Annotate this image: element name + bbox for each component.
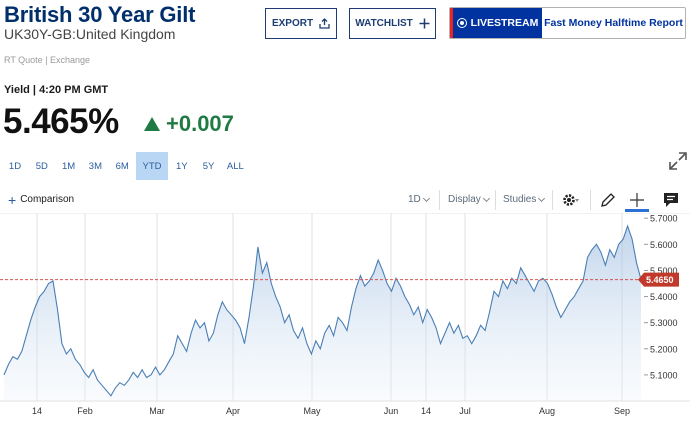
expand-icon[interactable] xyxy=(668,151,688,171)
live-dot-icon xyxy=(456,18,467,28)
crosshair-icon[interactable] xyxy=(627,190,647,210)
y-tick-label: 5.1000 xyxy=(650,370,678,380)
range-1d[interactable]: 1D xyxy=(2,152,28,180)
toolbar-divider xyxy=(495,190,496,210)
x-tick-label: Feb xyxy=(77,406,93,416)
livestream-show-title[interactable]: Fast Money Halftime Report xyxy=(542,8,685,38)
gear-icon[interactable] xyxy=(560,190,580,210)
comparison-button[interactable]: + Comparison xyxy=(8,191,75,208)
area-fill xyxy=(4,226,641,401)
current-yield: 5.465% xyxy=(3,102,119,141)
studies-dropdown[interactable]: Studies xyxy=(503,194,546,205)
display-dropdown[interactable]: Display xyxy=(448,194,490,205)
toolbar-divider xyxy=(439,190,440,210)
page-title: British 30 Year Gilt xyxy=(4,2,196,27)
x-tick-label: Sep xyxy=(614,406,630,416)
studies-label: Studies xyxy=(503,194,537,205)
range-5y[interactable]: 5Y xyxy=(196,152,222,180)
watchlist-label: WATCHLIST xyxy=(355,18,413,29)
x-tick-label: 14 xyxy=(421,406,431,416)
yield-change-value: +0.007 xyxy=(166,111,234,136)
yield-timestamp: Yield | 4:20 PM GMT xyxy=(4,84,109,96)
y-tick-label: 5.3000 xyxy=(650,318,678,328)
export-label: EXPORT xyxy=(271,18,314,29)
x-tick-label: Jul xyxy=(459,406,471,416)
current-value-label: 5.4650 xyxy=(646,275,674,285)
watchlist-button[interactable]: WATCHLIST xyxy=(349,8,436,39)
range-all[interactable]: ALL xyxy=(222,152,248,180)
symbol-subtitle: UK30Y-GB:United Kingdom xyxy=(4,26,176,42)
x-tick-label: 14 xyxy=(32,406,42,416)
range-5d[interactable]: 5D xyxy=(29,152,55,180)
toolbar-divider xyxy=(552,190,553,210)
quote-source: RT Quote | Exchange xyxy=(4,55,91,65)
x-tick-label: Mar xyxy=(149,406,165,416)
range-1y[interactable]: 1Y xyxy=(169,152,195,180)
yield-change: +0.007 xyxy=(144,111,234,137)
range-6m[interactable]: 6M xyxy=(109,152,135,180)
y-tick-label: 5.6000 xyxy=(650,240,678,250)
chevron-down-icon xyxy=(482,194,490,202)
chevron-down-icon xyxy=(538,194,546,202)
x-tick-label: Apr xyxy=(226,406,240,416)
y-tick-label: 5.2000 xyxy=(650,344,678,354)
interval-label: 1D xyxy=(408,194,421,205)
livestream-banner[interactable]: LIVESTREAM Fast Money Halftime Report xyxy=(449,7,686,39)
time-range-selector: 1D 5D 1M 3M 6M YTD 1Y 5Y ALL xyxy=(2,152,249,180)
range-ytd[interactable]: YTD xyxy=(135,152,168,180)
display-label: Display xyxy=(448,194,481,205)
active-tool-indicator xyxy=(625,209,649,212)
range-1m[interactable]: 1M xyxy=(56,152,82,180)
y-tick-label: 5.4000 xyxy=(650,292,678,302)
range-3m[interactable]: 3M xyxy=(82,152,108,180)
comment-icon[interactable] xyxy=(661,190,681,210)
comparison-label: Comparison xyxy=(20,194,75,205)
y-tick-label: 5.7000 xyxy=(650,214,678,224)
x-tick-label: Jun xyxy=(384,406,399,416)
interval-dropdown[interactable]: 1D xyxy=(408,194,430,205)
current-value-tag: 5.4650 xyxy=(638,272,679,287)
chart-toolbar: + Comparison 1D Display Studies xyxy=(0,186,690,213)
pencil-icon[interactable] xyxy=(598,190,618,210)
plus-icon: + xyxy=(8,191,17,208)
livestream-badge[interactable]: LIVESTREAM xyxy=(450,8,542,38)
export-button[interactable]: EXPORT xyxy=(265,8,337,39)
x-tick-label: Aug xyxy=(539,406,555,416)
export-icon xyxy=(319,18,330,29)
chevron-down-icon xyxy=(422,194,430,202)
plus-icon xyxy=(419,18,430,29)
livestream-label: LIVESTREAM xyxy=(470,17,539,29)
toolbar-divider xyxy=(590,190,591,210)
yield-chart[interactable]: 5.70005.60005.50005.40005.30005.20005.10… xyxy=(0,213,690,433)
x-tick-label: May xyxy=(303,406,321,416)
up-arrow-icon xyxy=(144,117,160,131)
